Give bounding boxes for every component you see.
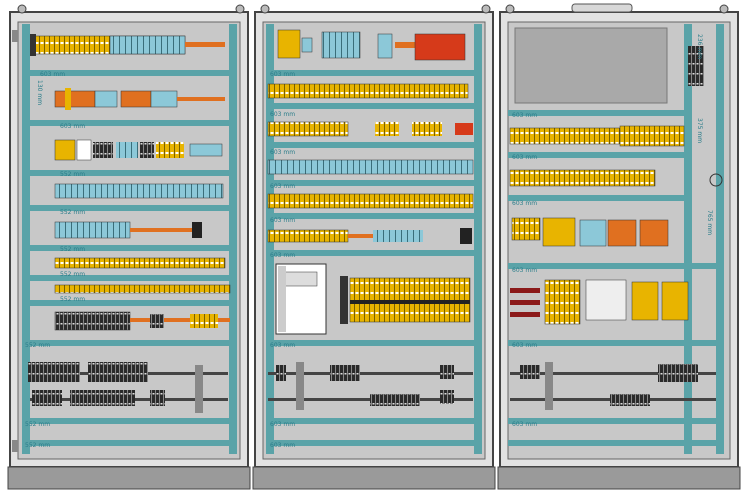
cabinet-layout-drawing: 603 mm 603 mm 552 mm 552 mm 552 mm 552 m… bbox=[7, 3, 741, 490]
dim-right-1: 603 mm bbox=[512, 154, 537, 161]
dim-left-1: 603 mm bbox=[60, 123, 85, 130]
dim-left-6: 552 mm bbox=[60, 296, 85, 303]
vdim-right-2: 765 mm bbox=[706, 210, 713, 235]
vdim-right-1: 375 mm bbox=[696, 118, 703, 143]
dim-left-8: 552 mm bbox=[25, 421, 50, 428]
dim-left-9: 552 mm bbox=[25, 442, 50, 449]
dim-left-5: 552 mm bbox=[60, 271, 85, 278]
dim-left-3: 552 mm bbox=[60, 209, 85, 216]
dim-mid-1: 603 mm bbox=[270, 111, 295, 118]
dim-right-3: 603 mm bbox=[512, 267, 537, 274]
vdim-left-0: 130 mm bbox=[36, 80, 43, 105]
vdim-right-0: 236 mm bbox=[696, 34, 703, 59]
dim-left-2: 552 mm bbox=[60, 171, 85, 178]
dim-left-7: 552 mm bbox=[25, 342, 50, 349]
dim-mid-6: 603 mm bbox=[270, 342, 295, 349]
dim-left-0: 603 mm bbox=[40, 71, 65, 78]
dim-mid-8: 603 mm bbox=[270, 442, 295, 449]
dim-left-4: 552 mm bbox=[60, 246, 85, 253]
dim-right-0: 603 mm bbox=[512, 112, 537, 119]
dim-mid-2: 603 mm bbox=[270, 149, 295, 156]
dim-right-5: 603 mm bbox=[512, 421, 537, 428]
dim-right-4: 603 mm bbox=[512, 342, 537, 349]
dim-mid-4: 603 mm bbox=[270, 217, 295, 224]
dim-mid-5: 603 mm bbox=[270, 252, 295, 259]
dim-right-2: 603 mm bbox=[512, 200, 537, 207]
dim-mid-0: 603 mm bbox=[270, 71, 295, 78]
dim-mid-7: 603 mm bbox=[270, 421, 295, 428]
dim-mid-3: 603 mm bbox=[270, 183, 295, 190]
